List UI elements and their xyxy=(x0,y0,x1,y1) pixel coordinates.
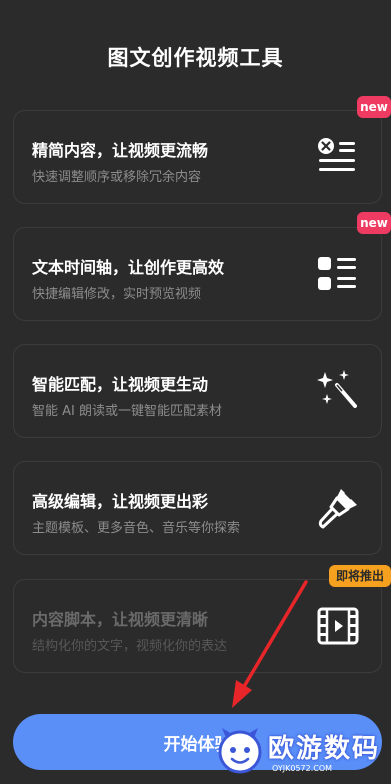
watermark: 欧游数码 OYJK0572.COM xyxy=(208,714,391,784)
coming-soon-badge: 即将推出 xyxy=(329,565,391,587)
feature-subtitle: 快速调整顺序或移除冗余内容 xyxy=(32,170,202,185)
film-icon xyxy=(317,607,359,645)
feature-title: 高级编辑，让视频更出彩 xyxy=(32,492,209,511)
feature-card-simplify[interactable]: 精简内容，让视频更流畅 快速调整顺序或移除冗余内容 xyxy=(13,110,382,204)
watermark-text: 欧游数码 xyxy=(268,734,381,764)
new-badge: new xyxy=(357,212,391,234)
feature-subtitle: 快捷编辑修改，实时预览视频 xyxy=(32,287,202,302)
feature-card-smart-match[interactable]: 智能匹配，让视频更生动 智能 AI 朗读或一键智能匹配素材 xyxy=(13,344,382,438)
paint-brush-icon xyxy=(318,489,357,529)
page-title: 图文创作视频工具 xyxy=(107,46,284,70)
feature-card-timeline[interactable]: 文本时间轴，让创作更高效 快捷编辑修改，实时预览视频 xyxy=(13,227,382,321)
new-badge: new xyxy=(357,96,391,118)
feature-subtitle: 智能 AI 朗读或一键智能匹配素材 xyxy=(32,404,222,419)
timeline-list-icon xyxy=(318,257,356,290)
feature-title: 精简内容，让视频更流畅 xyxy=(32,141,209,160)
feature-subtitle: 结构化你的文字，视频化你的表达 xyxy=(32,639,228,654)
feature-title: 内容脚本，让视频更清晰 xyxy=(32,610,209,629)
magic-wand-icon xyxy=(317,370,357,408)
remove-list-icon xyxy=(318,138,355,171)
feature-card-script[interactable]: 内容脚本，让视频更清晰 结构化你的文字，视频化你的表达 xyxy=(13,579,382,673)
watermark-url: OYJK0572.COM xyxy=(272,764,333,773)
feature-card-advanced-edit[interactable]: 高级编辑，让视频更出彩 主题模板、更多音色、音乐等你探索 xyxy=(13,461,382,555)
feature-title: 文本时间轴，让创作更高效 xyxy=(32,258,225,277)
feature-subtitle: 主题模板、更多音色、音乐等你探索 xyxy=(32,521,241,536)
feature-title: 智能匹配，让视频更生动 xyxy=(32,375,209,394)
watermark-logo-icon xyxy=(218,728,262,774)
